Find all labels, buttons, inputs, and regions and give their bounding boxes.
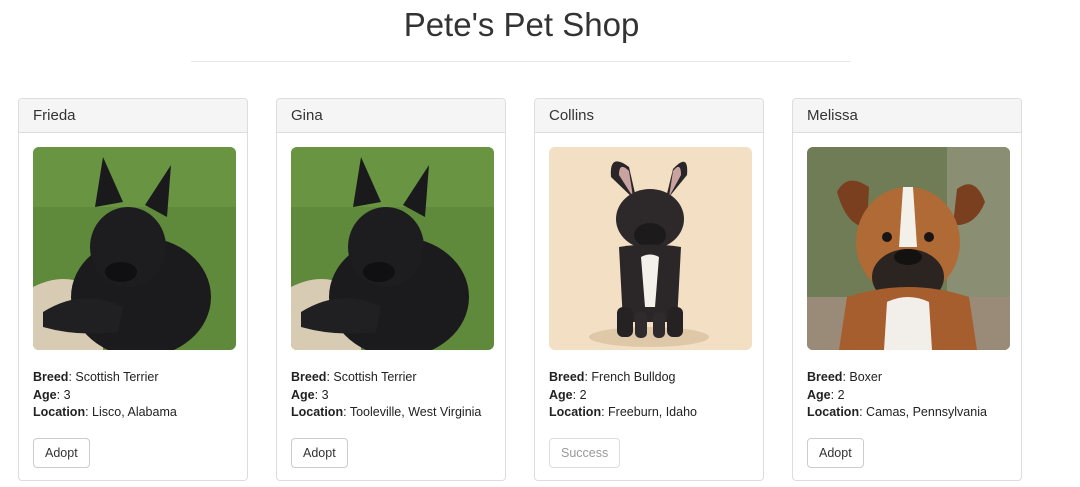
breed-value: Scottish Terrier	[333, 370, 417, 384]
pet-name: Collins	[535, 99, 763, 133]
breed-value: French Bulldog	[591, 370, 676, 384]
location-value: Camas, Pennsylvania	[866, 405, 987, 419]
location-label: Location	[291, 405, 344, 419]
success-button[interactable]: Success	[549, 438, 621, 468]
location-label: Location	[549, 405, 602, 419]
adopt-button[interactable]: Adopt	[807, 438, 864, 468]
separator: :	[314, 387, 322, 402]
age-value: 3	[63, 387, 71, 402]
page-title: Pete's Pet Shop	[403, 6, 640, 43]
pet-details: Breed: Scottish Terrier Age: 3 Location:…	[33, 369, 177, 422]
adopt-button[interactable]: Adopt	[33, 438, 90, 468]
location-value: Lisco, Alabama	[92, 405, 177, 419]
boxer-photo	[807, 147, 1010, 350]
location-label: Location	[807, 405, 860, 419]
separator: :	[572, 387, 580, 402]
pet-name: Gina	[277, 99, 505, 133]
separator: :	[601, 405, 609, 419]
age-value: 2	[579, 387, 587, 402]
age-value: 2	[837, 387, 845, 402]
french-bulldog-photo	[549, 147, 752, 350]
pet-card: Collins Breed: French Bulldog Age: 2 Loc…	[534, 98, 764, 481]
age-label: Age	[291, 387, 315, 402]
location-value: Tooleville, West Virginia	[349, 405, 482, 419]
separator: :	[343, 405, 350, 419]
pet-details: Breed: Boxer Age: 2 Location: Camas, Pen…	[807, 369, 987, 422]
breed-label: Breed	[33, 370, 69, 384]
pet-details: Breed: Scottish Terrier Age: 3 Location:…	[291, 369, 481, 422]
pet-card: Gina Breed: Scottish Terrier Age: 3 Loca…	[276, 98, 506, 481]
title-divider	[191, 61, 851, 62]
scottish-terrier-photo	[33, 147, 236, 350]
separator: :	[85, 405, 93, 419]
breed-label: Breed	[807, 370, 843, 384]
pet-name: Frieda	[19, 99, 247, 133]
separator: :	[56, 387, 64, 402]
age-label: Age	[549, 387, 573, 402]
age-label: Age	[33, 387, 57, 402]
adopt-button[interactable]: Adopt	[291, 438, 348, 468]
breed-value: Boxer	[849, 370, 883, 384]
location-label: Location	[33, 405, 86, 419]
location-value: Freeburn, Idaho	[608, 405, 697, 419]
breed-label: Breed	[291, 370, 327, 384]
scottish-terrier-photo	[291, 147, 494, 350]
pet-card: Melissa Breed: Boxer Age: 2 Location: Ca…	[792, 98, 1022, 481]
separator: :	[859, 405, 867, 419]
breed-value: Scottish Terrier	[75, 370, 159, 384]
age-label: Age	[807, 387, 831, 402]
breed-label: Breed	[549, 370, 585, 384]
age-value: 3	[321, 387, 329, 402]
pet-name: Melissa	[793, 99, 1021, 133]
pet-card: Frieda Breed: Scottish Terrier Age: 3 Lo…	[18, 98, 248, 481]
pet-details: Breed: French Bulldog Age: 2 Location: F…	[549, 369, 697, 422]
separator: :	[830, 387, 838, 402]
